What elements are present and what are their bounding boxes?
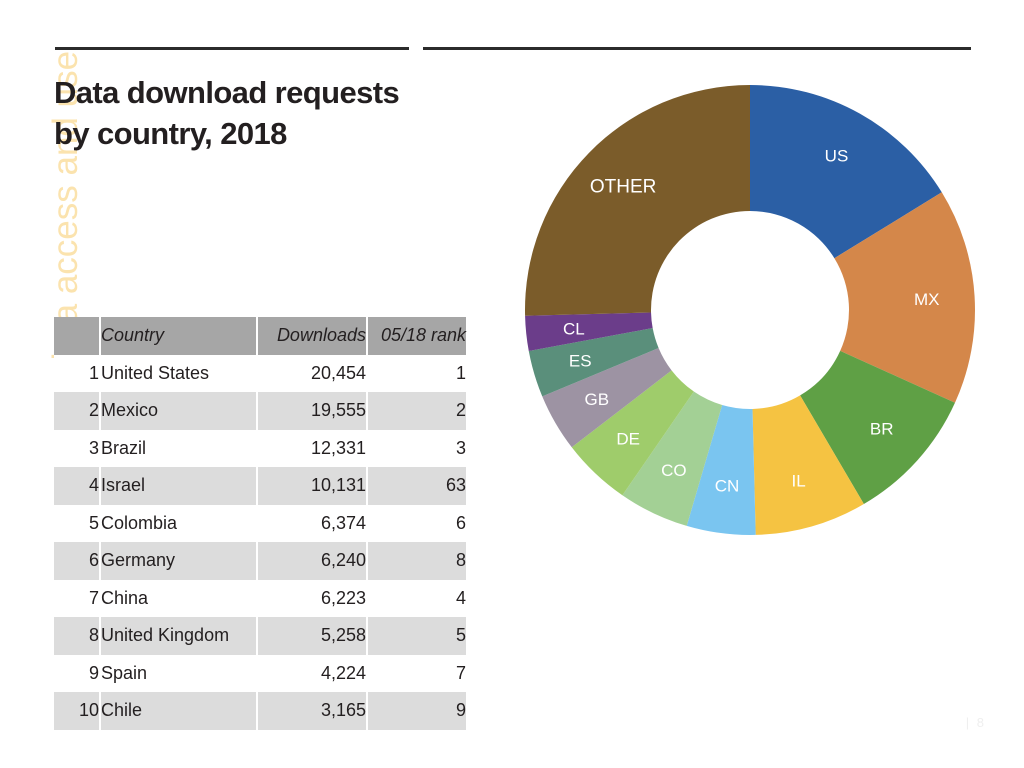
cell-country: Israel bbox=[100, 467, 257, 505]
donut-label-cn: CN bbox=[715, 477, 740, 496]
column-header-downloads: Downloads bbox=[257, 317, 367, 355]
cell-rank: 2 bbox=[54, 392, 100, 430]
donut-chart: US MX BR IL CN CO DE GB ES CL OTHER bbox=[520, 80, 980, 540]
column-header-rank bbox=[54, 317, 100, 355]
donut-chart-svg: US MX BR IL CN CO DE GB ES CL OTHER bbox=[520, 80, 980, 540]
section-tab: data access and use bbox=[0, 0, 60, 380]
cell-prev-rank: 7 bbox=[367, 655, 466, 693]
donut-label-de: DE bbox=[616, 430, 640, 449]
cell-country: Spain bbox=[100, 655, 257, 693]
cell-rank: 7 bbox=[54, 580, 100, 618]
donut-slice-other[interactable] bbox=[525, 85, 750, 316]
cell-rank: 1 bbox=[54, 355, 100, 393]
cell-rank: 5 bbox=[54, 505, 100, 543]
donut-label-co: CO bbox=[661, 461, 687, 480]
cell-downloads: 4,224 bbox=[257, 655, 367, 693]
cell-downloads: 6,240 bbox=[257, 542, 367, 580]
cell-rank: 4 bbox=[54, 467, 100, 505]
table-row: 1United States20,4541 bbox=[54, 355, 466, 393]
cell-downloads: 19,555 bbox=[257, 392, 367, 430]
donut-label-cl: CL bbox=[563, 319, 585, 338]
cell-prev-rank: 6 bbox=[367, 505, 466, 543]
cell-country: Chile bbox=[100, 692, 257, 730]
cell-country: Germany bbox=[100, 542, 257, 580]
page-title-line-2: by country, 2018 bbox=[54, 113, 454, 154]
cell-country: United States bbox=[100, 355, 257, 393]
table-row: 6Germany6,2408 bbox=[54, 542, 466, 580]
table-row: 8United Kingdom5,2585 bbox=[54, 617, 466, 655]
cell-country: Brazil bbox=[100, 430, 257, 468]
table-row: 4Israel10,13163 bbox=[54, 467, 466, 505]
cell-prev-rank: 5 bbox=[367, 617, 466, 655]
cell-downloads: 12,331 bbox=[257, 430, 367, 468]
table-row: 2Mexico19,5552 bbox=[54, 392, 466, 430]
column-header-prev-rank: 05/18 rank bbox=[367, 317, 466, 355]
table-header-row: Country Downloads 05/18 rank bbox=[54, 317, 466, 355]
cell-rank: 6 bbox=[54, 542, 100, 580]
cell-downloads: 20,454 bbox=[257, 355, 367, 393]
donut-label-il: IL bbox=[792, 471, 806, 490]
cell-prev-rank: 9 bbox=[367, 692, 466, 730]
cell-prev-rank: 63 bbox=[367, 467, 466, 505]
table-row: 10Chile3,1659 bbox=[54, 692, 466, 730]
cell-rank: 8 bbox=[54, 617, 100, 655]
donut-slices bbox=[525, 85, 975, 535]
cell-prev-rank: 1 bbox=[367, 355, 466, 393]
cell-downloads: 5,258 bbox=[257, 617, 367, 655]
cell-rank: 10 bbox=[54, 692, 100, 730]
page-number: | 8 bbox=[966, 715, 986, 730]
page-title: Data download requests by country, 2018 bbox=[54, 72, 454, 154]
donut-label-gb: GB bbox=[584, 390, 609, 409]
cell-downloads: 10,131 bbox=[257, 467, 367, 505]
cell-downloads: 6,223 bbox=[257, 580, 367, 618]
table-row: 3Brazil12,3313 bbox=[54, 430, 466, 468]
cell-downloads: 6,374 bbox=[257, 505, 367, 543]
table-body: 1United States20,45412Mexico19,55523Braz… bbox=[54, 355, 466, 730]
donut-label-br: BR bbox=[870, 419, 894, 438]
donut-label-other: OTHER bbox=[590, 176, 657, 197]
table-row: 5Colombia6,3746 bbox=[54, 505, 466, 543]
donut-label-es: ES bbox=[569, 351, 592, 370]
table-row: 7China6,2234 bbox=[54, 580, 466, 618]
page-title-line-1: Data download requests bbox=[54, 72, 454, 113]
header-rule-right bbox=[423, 47, 971, 50]
cell-prev-rank: 8 bbox=[367, 542, 466, 580]
cell-country: United Kingdom bbox=[100, 617, 257, 655]
downloads-table: Country Downloads 05/18 rank 1United Sta… bbox=[54, 317, 460, 730]
cell-downloads: 3,165 bbox=[257, 692, 367, 730]
table-row: 9Spain4,2247 bbox=[54, 655, 466, 693]
header-rule-left bbox=[55, 47, 409, 50]
cell-country: Colombia bbox=[100, 505, 257, 543]
donut-label-mx: MX bbox=[914, 290, 940, 309]
donut-label-us: US bbox=[825, 146, 849, 165]
cell-country: China bbox=[100, 580, 257, 618]
cell-country: Mexico bbox=[100, 392, 257, 430]
cell-prev-rank: 4 bbox=[367, 580, 466, 618]
cell-prev-rank: 2 bbox=[367, 392, 466, 430]
cell-rank: 9 bbox=[54, 655, 100, 693]
column-header-country: Country bbox=[100, 317, 257, 355]
cell-rank: 3 bbox=[54, 430, 100, 468]
cell-prev-rank: 3 bbox=[367, 430, 466, 468]
